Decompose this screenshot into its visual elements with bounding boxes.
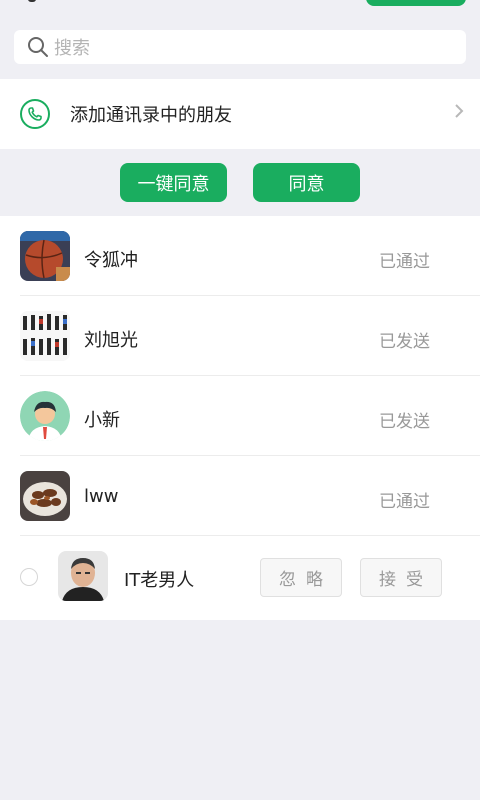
avatar <box>20 391 70 441</box>
avatar <box>20 311 70 361</box>
list-item[interactable]: lww 已通过 <box>0 456 480 536</box>
contact-name: 令狐冲 <box>84 250 138 271</box>
status-label: 已发送 <box>379 332 430 352</box>
list-item[interactable]: 小新 已发送 <box>0 376 480 456</box>
search-bar[interactable]: 搜索 <box>14 30 466 64</box>
search-placeholder: 搜索 <box>54 38 90 59</box>
add-contacts-row[interactable]: 添加通讯录中的朋友 <box>0 79 480 149</box>
back-icon[interactable] <box>28 0 36 2</box>
avatar <box>20 471 70 521</box>
top-bar <box>0 0 480 14</box>
search-icon <box>26 35 50 59</box>
status-label: 已通过 <box>379 492 430 512</box>
list-item[interactable]: IT老男人 忽略 接受 <box>0 536 480 616</box>
phone-icon <box>20 99 50 129</box>
request-list: 令狐冲 已通过 刘旭光 已发送 小新 已发送 lww 已通过 IT老男人 忽略 … <box>0 216 480 620</box>
select-checkbox[interactable] <box>20 568 38 586</box>
contact-name: lww <box>84 486 119 507</box>
top-action-button[interactable] <box>366 0 466 6</box>
chevron-right-icon <box>454 102 464 124</box>
accept-request-button[interactable]: 接受 <box>360 558 442 597</box>
accept-all-button[interactable]: 一键同意 <box>120 163 227 202</box>
ignore-button[interactable]: 忽略 <box>260 558 342 597</box>
status-label: 已通过 <box>379 252 430 272</box>
list-item[interactable]: 令狐冲 已通过 <box>0 216 480 296</box>
avatar <box>58 551 108 601</box>
action-buttons: 一键同意 同意 <box>0 149 480 216</box>
contact-name: 刘旭光 <box>84 330 138 351</box>
add-contacts-label: 添加通讯录中的朋友 <box>70 105 232 126</box>
status-label: 已发送 <box>379 412 430 432</box>
list-item[interactable]: 刘旭光 已发送 <box>0 296 480 376</box>
contact-name: 小新 <box>84 410 120 431</box>
contact-name: IT老男人 <box>124 570 195 591</box>
avatar <box>20 231 70 281</box>
accept-button[interactable]: 同意 <box>253 163 360 202</box>
